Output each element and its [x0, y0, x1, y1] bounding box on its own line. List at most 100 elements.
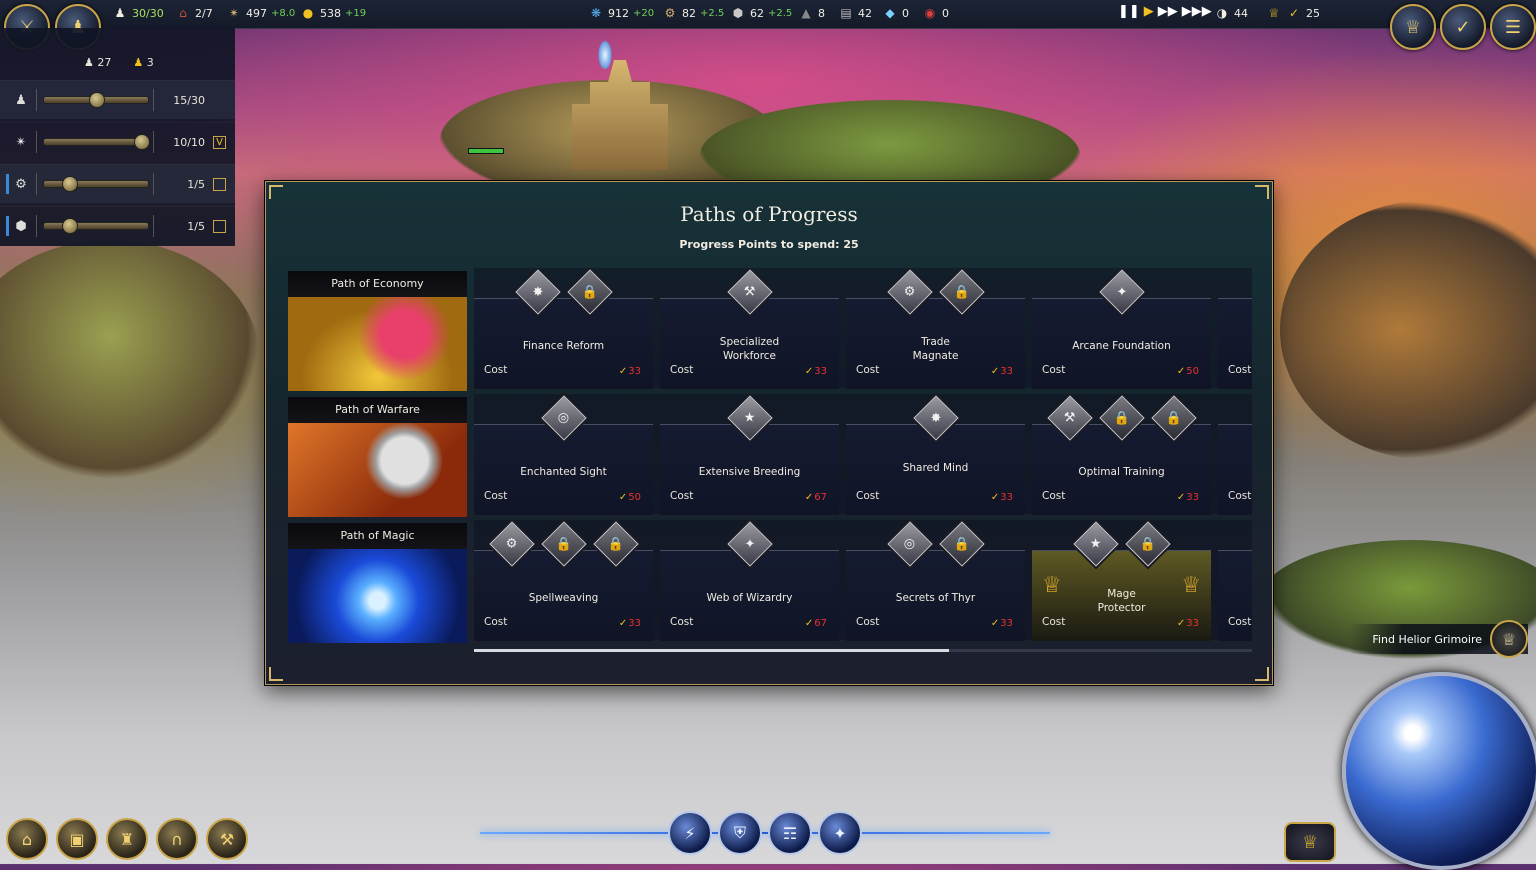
resource-materials[interactable]: ⚙ 82 +2.5: [662, 5, 725, 21]
gears-icon: ⚙: [15, 176, 27, 192]
cost-value: ✓33: [990, 492, 1013, 503]
cost-value: ✓33: [1176, 618, 1199, 629]
progress-check-icon: ✓: [618, 618, 628, 629]
node-icons: ⚒: [660, 269, 839, 315]
play-icon[interactable]: ▶: [1144, 4, 1154, 19]
auto-assign-checkbox[interactable]: V: [213, 135, 226, 149]
divider: [36, 173, 37, 195]
demolish-button[interactable]: ⚒: [206, 818, 248, 860]
house-icon: ⌂: [21, 829, 33, 849]
progress-node[interactable]: ★ 🔒 Mage Protector ♕ ♕ Cost ✓33: [1032, 521, 1211, 641]
workforce-slider[interactable]: [43, 134, 150, 150]
progress-node-partial[interactable]: ✸Cost: [1218, 550, 1252, 641]
progress-node[interactable]: ★ Extensive Breeding Cost ✓67: [660, 395, 839, 515]
workforce-slider[interactable]: [43, 176, 149, 192]
castle[interactable]: [572, 60, 668, 170]
paths-of-progress-button[interactable]: ✓: [1440, 4, 1486, 50]
path-card-economy[interactable]: Path of Economy: [288, 271, 467, 391]
progress-check-icon: ✓: [1176, 492, 1186, 503]
progress-node[interactable]: ⚒ Specialized Workforce Cost ✓33: [660, 269, 839, 389]
frame-corner: [1255, 667, 1269, 681]
resource-mana[interactable]: ❋ 912 +20: [588, 5, 654, 21]
slider-knob[interactable]: [62, 218, 78, 234]
kingdom-overview-button[interactable]: ♕: [1284, 822, 1336, 862]
quest-tracker[interactable]: Find Helior Grimoire ♕: [1350, 620, 1528, 658]
fastest-forward-icon[interactable]: ▶▶▶: [1182, 4, 1212, 19]
auto-assign-checkbox[interactable]: [213, 177, 226, 191]
scrollbar-thumb[interactable]: [474, 649, 949, 652]
build-storage-button[interactable]: ▣: [56, 818, 98, 860]
slider-value: 1/5: [187, 219, 205, 233]
resource-ore[interactable]: ▲ 8: [798, 5, 825, 21]
scrying-orb-minimap[interactable]: [1342, 672, 1536, 870]
workforce-slider[interactable]: [43, 218, 149, 234]
pause-icon[interactable]: ❚❚: [1118, 4, 1140, 19]
fast-forward-icon[interactable]: ▶▶: [1158, 4, 1178, 19]
progress-node[interactable]: ⚙ 🔒 Trade Magnate Cost ✓33: [846, 269, 1025, 389]
progress-node[interactable]: ◎ Enchanted Sight Cost ✓50: [474, 395, 653, 515]
spellbook-art: [288, 549, 467, 643]
quest-log-button[interactable]: ☰: [1490, 4, 1536, 50]
progress-node[interactable]: ◎ 🔒 Secrets of Thyr Cost ✓33: [846, 521, 1025, 641]
cost-label: Cost: [484, 364, 508, 376]
priority-marker: [6, 174, 9, 194]
progress-check-icon: ✓: [990, 492, 1000, 503]
resource-population[interactable]: ♟ 30/30: [112, 5, 164, 21]
progress-node[interactable]: ✦ Web of Wizardry Cost ✓67: [660, 521, 839, 641]
path-card-magic[interactable]: Path of Magic: [288, 523, 467, 643]
progress-node-partial[interactable]: ⚙Cost: [1218, 424, 1252, 515]
achievements-button[interactable]: ♕: [1390, 4, 1436, 50]
spell-shield-button[interactable]: ⛨: [718, 811, 762, 855]
frame-corner: [1255, 185, 1269, 199]
resource-gems[interactable]: ◆ 0: [882, 5, 909, 21]
node-icons: ◎ 🔒: [846, 521, 1025, 567]
progress-node[interactable]: ✸ 🔒 Finance Reform Cost ✓33: [474, 269, 653, 389]
slider-knob[interactable]: [62, 176, 78, 192]
path-card-warfare[interactable]: Path of Warfare: [288, 397, 467, 517]
horizontal-scrollbar[interactable]: [474, 649, 1252, 652]
frame-corner: [269, 667, 283, 681]
progress-node-partial[interactable]: ◎Cost: [1218, 298, 1252, 389]
progress-node[interactable]: ✸ Shared Mind Cost ✓33: [846, 395, 1025, 515]
build-tower-button[interactable]: ♜: [106, 818, 148, 860]
floating-island: [1280, 200, 1536, 460]
book-icon: ☶: [782, 823, 798, 843]
progress-node[interactable]: ⚒ 🔒 🔒 Optimal Training Cost ✓33: [1032, 395, 1211, 515]
spell-crystal-button[interactable]: ✦: [818, 811, 862, 855]
resource-iron[interactable]: ▤ 42: [838, 5, 872, 21]
build-bridge-button[interactable]: ∩: [156, 818, 198, 860]
crystal-icon: ✦: [833, 823, 847, 843]
workforce-slider[interactable]: [43, 92, 149, 108]
slider-knob[interactable]: [89, 92, 105, 108]
node-icons: ✸ 🔒: [474, 269, 653, 315]
perk-icon: ✦: [726, 521, 773, 567]
lightning-icon: ⚡: [684, 823, 696, 843]
progress-points-display[interactable]: ♕ ✓ 25: [1266, 5, 1320, 21]
node-icons: ⚙: [1218, 402, 1252, 434]
node-icons: ✦: [660, 521, 839, 567]
resource-stone[interactable]: ⬢ 62 +2.5: [730, 5, 793, 21]
divider: [36, 215, 37, 237]
spell-bar-rail: [480, 832, 1050, 834]
resource-gold[interactable]: ● 538 +19: [300, 5, 366, 21]
resource-food[interactable]: ✴ 497 +8.0: [226, 5, 295, 21]
progress-check-icon: ✓: [618, 492, 628, 503]
unit-health-bar: [468, 148, 504, 154]
house-icon: ⌂: [179, 6, 187, 20]
resource-housing[interactable]: ⌂ 2/7: [175, 5, 213, 21]
cost-value: ✓33: [618, 618, 641, 629]
auto-assign-checkbox[interactable]: [213, 219, 226, 233]
progress-node[interactable]: ✦ Arcane Foundation Cost ✓50: [1032, 269, 1211, 389]
worker-icon: ♟: [84, 56, 94, 69]
slider-value: 10/10: [173, 135, 205, 149]
cost-value: ✓33: [804, 366, 827, 377]
spell-lightning-button[interactable]: ⚡: [668, 811, 712, 855]
progress-node[interactable]: ⚙ 🔒 🔒 Spellweaving Cost ✓33: [474, 521, 653, 641]
day-night-cycle[interactable]: ◑ 44: [1214, 5, 1248, 21]
slider-knob[interactable]: [134, 134, 150, 150]
gears-icon: ⚙: [664, 6, 676, 20]
build-housing-button[interactable]: ⌂: [6, 818, 48, 860]
resource-special[interactable]: ◉ 0: [922, 5, 949, 21]
spellbook-button[interactable]: ☶: [768, 811, 812, 855]
node-name: Arcane Foundation: [1072, 340, 1171, 352]
